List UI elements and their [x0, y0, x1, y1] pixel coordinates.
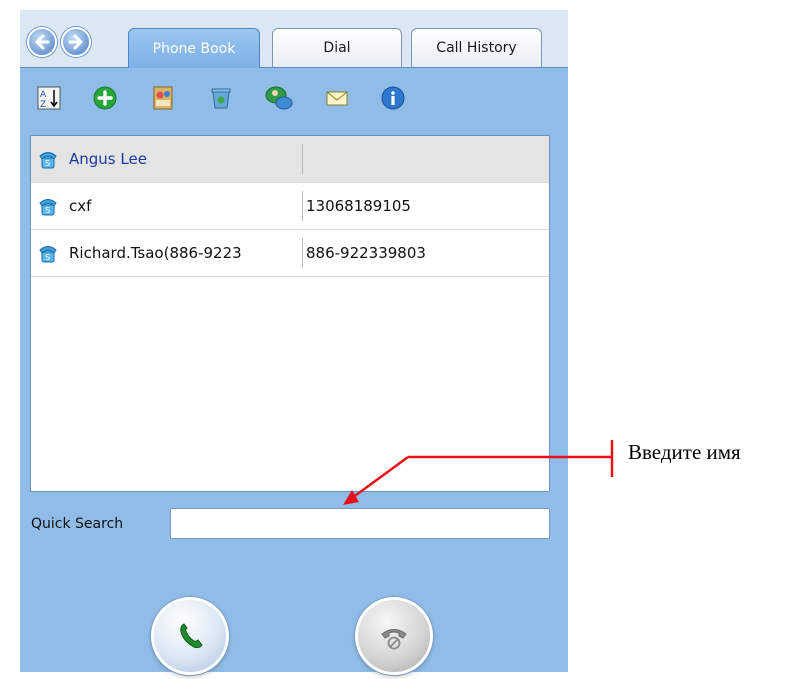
annotation-callout: [343, 440, 614, 505]
annotation-label: Введите имя: [628, 440, 741, 464]
callout-arrowhead: [343, 490, 359, 505]
callout-arrow-shaft: [351, 455, 409, 500]
